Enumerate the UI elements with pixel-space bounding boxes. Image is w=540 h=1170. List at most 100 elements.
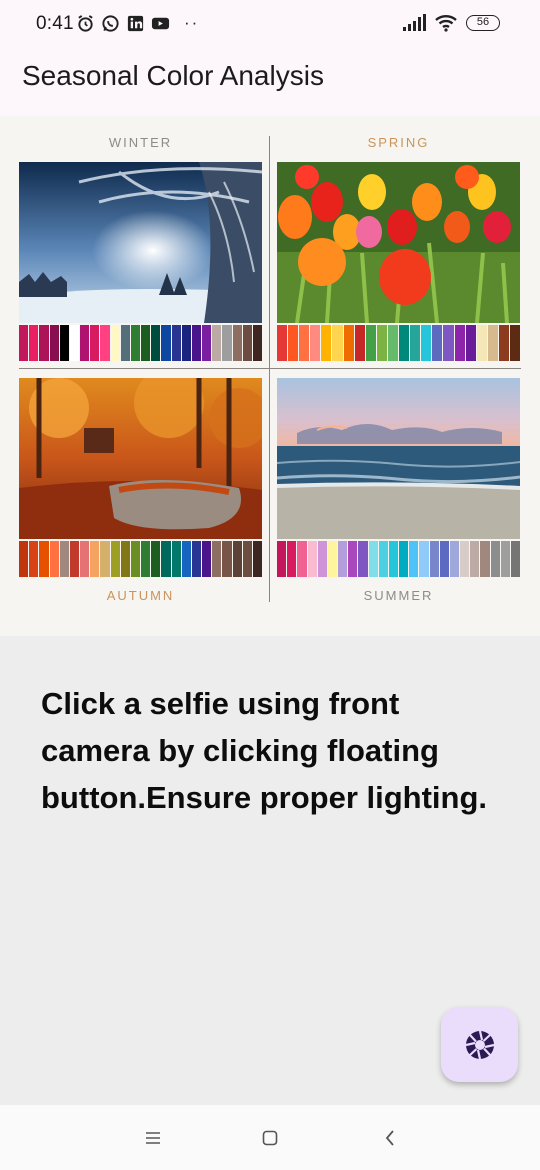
palette-swatch <box>59 325 69 361</box>
status-bar: 0:41 ·· 56 <box>0 0 540 50</box>
palette-swatch <box>460 541 470 577</box>
palette-swatch <box>327 541 338 577</box>
palette-swatch <box>480 541 490 577</box>
palette-swatch <box>100 541 110 577</box>
palette-swatch <box>348 541 358 577</box>
palette-swatch <box>343 325 354 361</box>
palette-swatch <box>212 325 222 361</box>
palette-swatch <box>399 325 410 361</box>
summer-photo <box>277 378 520 539</box>
palette-swatch <box>378 541 388 577</box>
palette-swatch <box>49 541 59 577</box>
palette-swatch <box>439 541 449 577</box>
linkedin-icon <box>127 15 144 31</box>
status-time: 0:41 <box>36 13 74 34</box>
palette-swatch <box>171 325 181 361</box>
palette-swatch <box>509 325 521 361</box>
palette-swatch <box>130 325 141 361</box>
palette-swatch <box>120 325 130 361</box>
palette-swatch <box>409 541 419 577</box>
palette-swatch <box>130 541 141 577</box>
menu-button[interactable] <box>140 1125 166 1151</box>
palette-swatch <box>299 325 310 361</box>
palette-swatch <box>368 541 378 577</box>
back-button[interactable] <box>377 1125 403 1151</box>
horizontal-divider <box>19 368 521 369</box>
palette-swatch <box>181 541 191 577</box>
palette-swatch <box>90 325 100 361</box>
palette-swatch <box>232 541 242 577</box>
youtube-icon <box>151 17 170 29</box>
palette-swatch <box>277 325 288 361</box>
palette-swatch <box>202 541 212 577</box>
capture-selfie-button[interactable] <box>441 1007 518 1082</box>
palette-swatch <box>19 541 29 577</box>
palette-swatch <box>181 325 191 361</box>
palette-swatch <box>19 325 29 361</box>
system-nav-bar <box>0 1105 540 1170</box>
palette-swatch <box>171 541 181 577</box>
palette-swatch <box>410 325 421 361</box>
palette-swatch <box>151 541 161 577</box>
palette-swatch <box>465 325 476 361</box>
seasonal-palette-image: WINTER SPRING AUTUMN SUMMER <box>0 116 540 636</box>
palette-swatch <box>110 541 120 577</box>
palette-swatch <box>100 325 110 361</box>
palette-swatch <box>80 325 90 361</box>
palette-swatch <box>191 541 202 577</box>
palette-swatch <box>29 541 39 577</box>
spring-label: SPRING <box>367 135 430 150</box>
palette-swatch <box>287 541 297 577</box>
palette-swatch <box>69 325 80 361</box>
palette-swatch <box>212 541 222 577</box>
palette-swatch <box>432 325 443 361</box>
summer-label: SUMMER <box>363 588 434 603</box>
palette-swatch <box>277 541 287 577</box>
palette-swatch <box>49 325 59 361</box>
vertical-divider <box>269 136 270 602</box>
palette-swatch <box>288 325 299 361</box>
menu-icon <box>146 1132 160 1144</box>
palette-swatch <box>69 541 80 577</box>
palette-swatch <box>510 541 521 577</box>
summer-palette <box>277 541 521 577</box>
palette-swatch <box>490 541 500 577</box>
palette-swatch <box>202 325 212 361</box>
alarm-icon <box>78 14 93 32</box>
home-button[interactable] <box>257 1125 283 1151</box>
palette-swatch <box>161 325 171 361</box>
palette-swatch <box>388 541 399 577</box>
spring-photo <box>277 162 520 323</box>
palette-swatch <box>151 325 161 361</box>
home-icon <box>262 1130 278 1146</box>
palette-swatch <box>321 325 332 361</box>
app-bar: Seasonal Color Analysis <box>0 50 540 116</box>
palette-swatch <box>399 541 409 577</box>
winter-photo <box>19 162 262 323</box>
palette-swatch <box>443 325 454 361</box>
palette-swatch <box>310 325 321 361</box>
palette-swatch <box>354 325 365 361</box>
back-icon <box>385 1130 394 1146</box>
palette-swatch <box>487 325 498 361</box>
palette-swatch <box>338 541 348 577</box>
palette-swatch <box>307 541 317 577</box>
palette-swatch <box>332 325 343 361</box>
palette-swatch <box>141 325 151 361</box>
autumn-photo <box>19 378 262 539</box>
palette-swatch <box>252 325 263 361</box>
palette-swatch <box>365 325 376 361</box>
camera-shutter-icon <box>465 1030 494 1059</box>
autumn-label: AUTUMN <box>106 588 175 603</box>
palette-swatch <box>222 541 232 577</box>
palette-swatch <box>141 541 151 577</box>
palette-swatch <box>297 541 307 577</box>
palette-swatch <box>358 541 368 577</box>
palette-swatch <box>80 541 90 577</box>
palette-swatch <box>90 541 100 577</box>
winter-palette <box>19 325 263 361</box>
palette-swatch <box>476 325 487 361</box>
palette-swatch <box>222 325 232 361</box>
palette-swatch <box>110 325 120 361</box>
palette-swatch <box>242 325 252 361</box>
